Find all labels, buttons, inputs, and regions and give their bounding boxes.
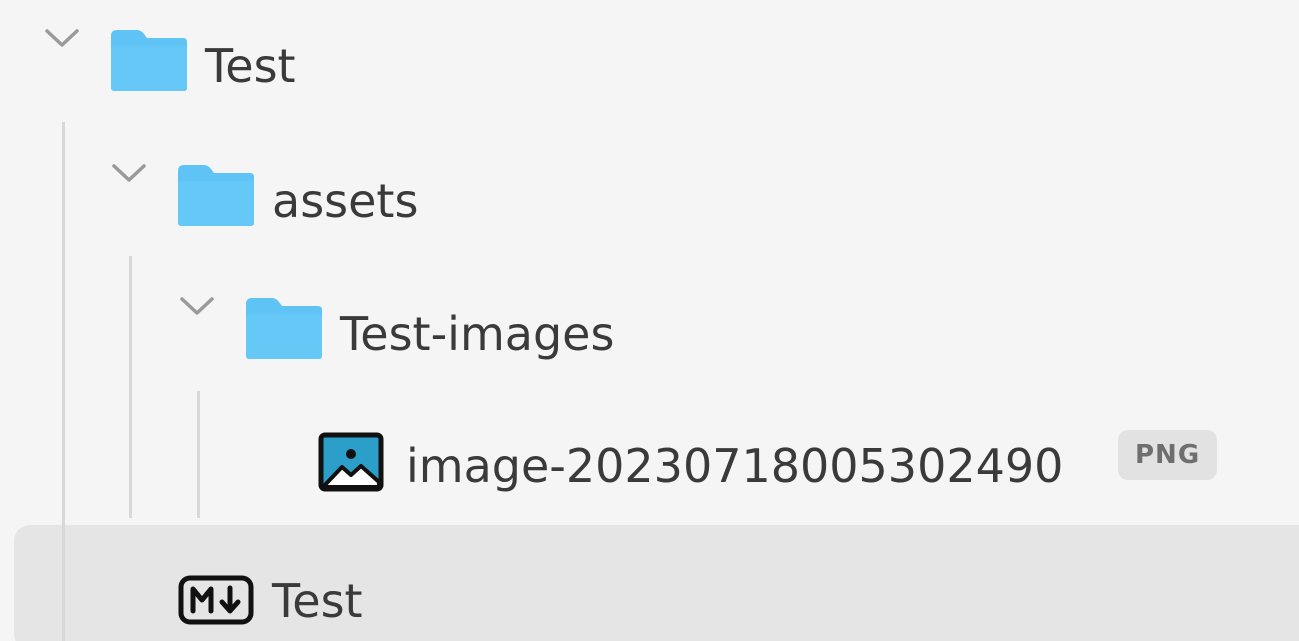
chevron-down-icon[interactable] bbox=[111, 163, 147, 185]
chevron-down-icon[interactable] bbox=[44, 28, 80, 50]
folder-icon bbox=[109, 28, 189, 92]
file-tree: Test Test assets Test-images image-20230… bbox=[0, 0, 1299, 641]
tree-row-label: assets bbox=[272, 174, 419, 228]
tree-row-test-md[interactable]: Test bbox=[14, 525, 1299, 641]
file-type-badge: PNG bbox=[1118, 430, 1218, 480]
folder-icon bbox=[176, 163, 256, 227]
tree-row-label: Test bbox=[272, 574, 363, 628]
tree-row-label: Test bbox=[205, 39, 296, 93]
image-file-icon bbox=[318, 432, 384, 492]
markdown-icon bbox=[178, 575, 254, 625]
chevron-down-icon[interactable] bbox=[179, 296, 215, 318]
tree-row-assets-folder[interactable]: assets bbox=[0, 135, 1299, 265]
tree-row-image-file[interactable]: image-20230718005302490 PNG bbox=[0, 400, 1299, 530]
tree-row-test-folder[interactable]: Test bbox=[0, 0, 1299, 130]
tree-row-label: Test-images bbox=[340, 307, 615, 361]
folder-icon bbox=[244, 296, 324, 360]
tree-row-test-images-folder[interactable]: Test-images bbox=[0, 270, 1299, 400]
tree-row-label: image-20230718005302490 bbox=[406, 439, 1064, 493]
